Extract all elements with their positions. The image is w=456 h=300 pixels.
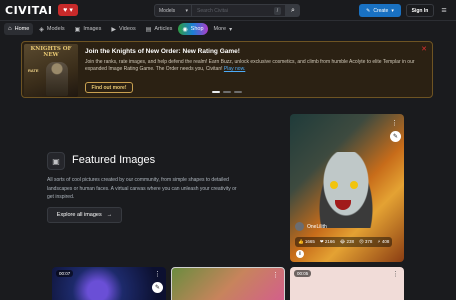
article-icon: ▤ [145,26,152,33]
chevron-down-icon: ▾ [229,26,233,33]
models-select[interactable]: Models ▾ [154,4,192,17]
reaction-count: 408 [381,239,390,244]
close-icon[interactable]: ✕ [421,45,427,53]
reaction-count: 2166 [324,239,335,244]
signin-button[interactable]: Sign In [406,4,434,17]
more-options-icon[interactable]: ⋮ [391,119,398,127]
chevron-down-icon: ▾ [185,7,188,14]
logo[interactable]: CIVITAI [5,4,53,17]
nav-videos[interactable]: ▶ Videos [107,23,139,35]
header: CIVITAI ♥ ▾ Models ▾ Search Civitai / ⌕ … [0,0,456,21]
nav-more-label: More [213,26,227,32]
banner-image: KNIGHTS OF NEW RATE [24,44,78,97]
card-author[interactable]: OneLilith [295,222,327,231]
support-button[interactable]: ♥ ▾ [58,4,78,16]
reaction-buzz[interactable]: ⚡ 408 [377,239,389,245]
explore-images-button[interactable]: Explore all images → [47,207,122,223]
nav-models-label: Models [46,26,65,32]
nav-images[interactable]: ▣ Images [71,23,106,35]
search-button[interactable]: ⌕ [286,4,300,17]
remix-icon[interactable]: ✎ [152,282,163,293]
chevron-down-icon: ▾ [69,7,73,14]
home-icon: ⌂ [8,26,12,32]
more-options-icon[interactable]: ⋮ [392,270,399,278]
video-icon: ▶ [111,26,116,33]
banner-image-title: KNIGHTS OF NEW [30,46,72,58]
announcement-banner: KNIGHTS OF NEW RATE Join the Knights of … [21,41,433,98]
nav-images-label: Images [83,26,102,32]
banner-body: Join the ranks, rate images, and help de… [85,59,415,72]
carousel-dot[interactable] [223,91,231,93]
pencil-icon: ✎ [366,7,371,14]
create-button[interactable]: ✎ Create ▾ [359,4,401,17]
reaction-count: 378 [364,239,373,244]
nav-home-label: Home [14,26,30,32]
cat-eye [350,181,358,189]
image-card[interactable]: ⋮ ✎ OneLilith 👍 1665 ❤ 2166 😂 238 😢 378 … [290,114,404,262]
main-nav: ⌂ Home ◈ Models ▣ Images ▶ Videos ▤ Arti… [0,21,456,37]
cat-eye [330,181,338,189]
section-title: Featured Images [72,154,156,166]
nav-shop-label: Shop [190,26,204,32]
reaction-count: 238 [346,239,354,244]
more-options-icon[interactable]: ⋮ [154,270,161,278]
play-now-link[interactable]: Play now. [224,66,245,72]
photo-icon: ▣ [47,152,65,170]
heart-icon: ♥ [63,6,68,14]
image-card[interactable]: 00:05 ⋮ [290,267,404,300]
search-input[interactable]: Search Civitai / [192,4,286,17]
carousel-dot[interactable] [234,91,242,93]
shop-icon: ◉ [182,26,188,33]
knight-illustration [46,62,68,96]
find-out-more-button[interactable]: Find out more! [85,82,133,93]
image-card[interactable]: ⋮ [171,267,285,300]
nav-more[interactable]: More ▾ [210,23,237,35]
nav-shop[interactable]: ◉ Shop [178,23,208,35]
banner-title: Join the Knights of New Order: New Ratin… [85,48,240,55]
reaction-heart[interactable]: ❤ 2166 [320,239,335,245]
banner-image-subtitle: RATE [28,68,39,73]
explore-label: Explore all images [56,212,102,218]
video-duration: 00:07 [56,270,74,277]
hamburger-menu-icon[interactable]: ≡ [439,5,449,15]
reaction-cry[interactable]: 😢 378 [359,239,372,245]
nav-home[interactable]: ⌂ Home [4,23,34,35]
nav-articles[interactable]: ▤ Articles [142,23,177,35]
cat-illustration [315,152,377,228]
reactions-bar: 👍 1665 ❤ 2166 😂 238 😢 378 ⚡ 408 [295,237,393,247]
avatar [295,222,304,231]
search-placeholder: Search Civitai [197,7,228,14]
carousel-dot[interactable] [212,91,220,93]
more-options-icon[interactable]: ⋮ [272,271,279,279]
nav-articles-label: Articles [154,26,173,32]
reaction-count: 1665 [304,239,315,244]
reaction-like[interactable]: 👍 1665 [298,239,315,245]
reaction-laugh[interactable]: 😂 238 [340,239,354,245]
arrow-right-icon: → [106,212,113,218]
section-description: All sorts of cool pictures created by ou… [47,177,237,200]
remix-icon[interactable]: ✎ [390,131,401,142]
carousel-indicators [212,91,242,93]
video-duration: 00:05 [294,270,312,277]
author-name: OneLilith [307,223,327,230]
banner-text: Join the ranks, rate images, and help de… [85,59,425,73]
create-label: Create [373,7,389,14]
slash-key: / [274,7,281,15]
info-icon[interactable]: i [296,250,304,258]
chevron-down-icon: ▾ [391,7,394,14]
search-icon: ⌕ [291,6,295,14]
cube-icon: ◈ [39,26,44,33]
nav-models[interactable]: ◈ Models [35,23,68,35]
photo-icon: ▣ [74,26,81,33]
image-card[interactable]: 00:07 ⋮ ✎ [52,267,166,300]
nav-videos-label: Videos [119,26,136,32]
models-select-label: Models [159,7,176,14]
